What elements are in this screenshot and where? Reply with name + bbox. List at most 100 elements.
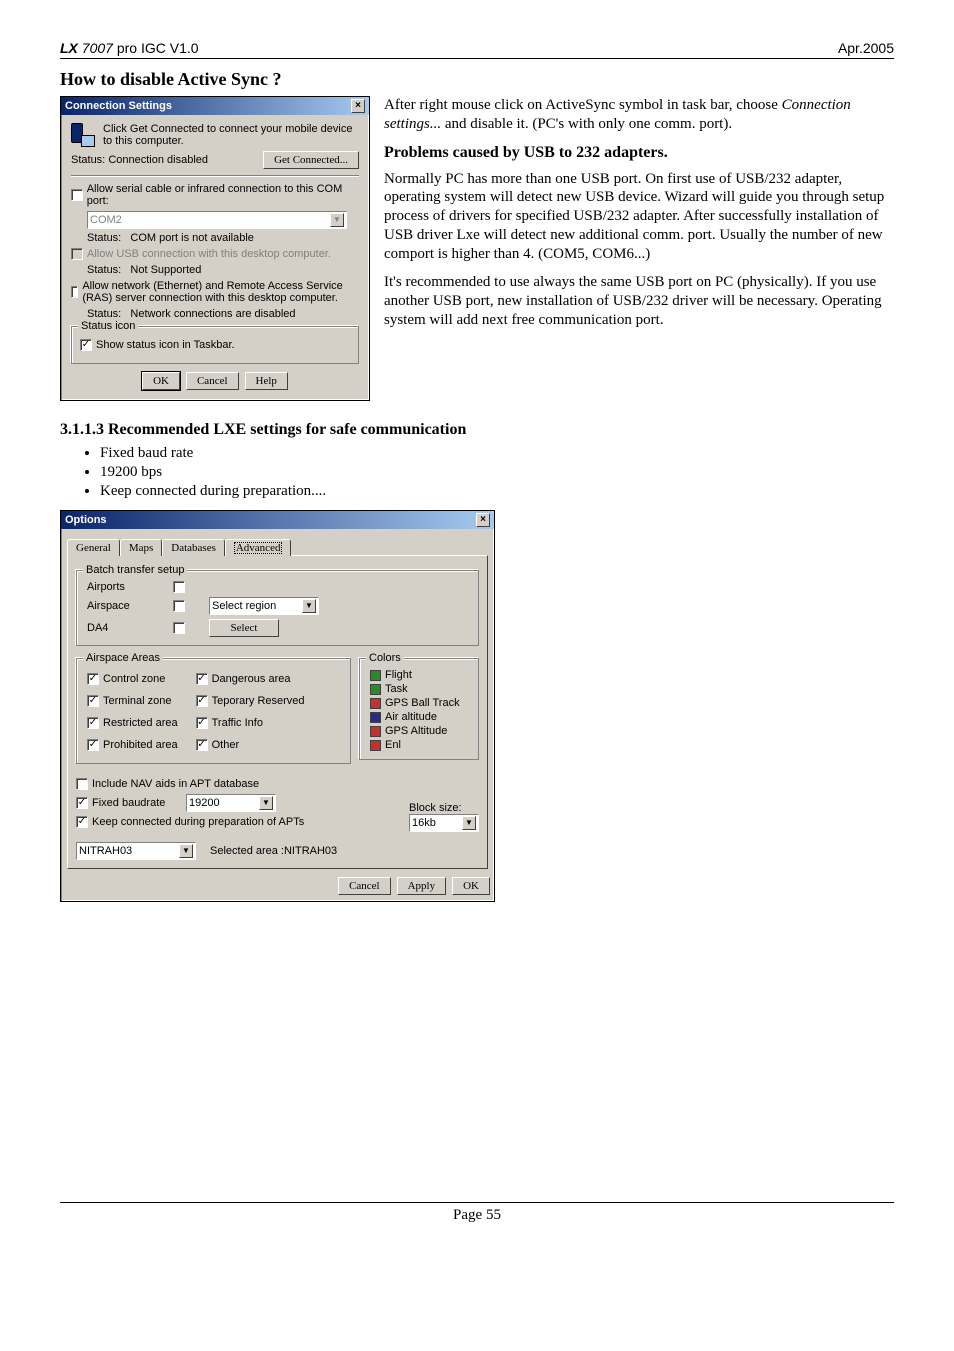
select-button[interactable]: Select — [209, 619, 279, 637]
chevron-down-icon: ▼ — [330, 213, 344, 227]
status-icon-group-label: Status icon — [78, 320, 138, 332]
color-flight[interactable]: Flight — [370, 669, 468, 681]
tab-maps[interactable]: Maps — [120, 539, 162, 556]
subsection-title: Recommended LXE settings for safe commun… — [104, 421, 466, 438]
include-nav-label: Include NAV aids in APT database — [92, 778, 259, 790]
baudrate-value: 19200 — [189, 797, 220, 809]
usb-status: Not Supported — [130, 264, 201, 276]
block-size-label: Block size: — [409, 802, 479, 814]
selected-area-label: Selected area :NITRAH03 — [210, 845, 337, 857]
serial-status: COM port is not available — [130, 232, 254, 244]
show-icon-label: Show status icon in Taskbar. — [96, 339, 235, 351]
baudrate-select[interactable]: 19200 ▼ — [186, 794, 276, 812]
control-zone-label: Control zone — [103, 673, 165, 685]
options-dialog: Options × General Maps Databases Advance… — [60, 510, 495, 902]
swatch-icon — [370, 670, 381, 681]
help-button[interactable]: Help — [245, 372, 288, 390]
cancel-button[interactable]: Cancel — [186, 372, 239, 390]
allow-network-label: Allow network (Ethernet) and Remote Acce… — [82, 280, 359, 304]
show-icon-checkbox[interactable] — [80, 339, 92, 351]
da4-label: DA4 — [87, 622, 167, 634]
chevron-down-icon: ▼ — [302, 599, 316, 613]
titlebar: Options × — [61, 511, 494, 529]
color-air-alt[interactable]: Air altitude — [370, 711, 468, 723]
intro-text: Click Get Connected to connect your mobi… — [103, 123, 359, 147]
swatch-icon — [370, 684, 381, 695]
dialog-title: Options — [65, 514, 107, 526]
color-enl[interactable]: Enl — [370, 739, 468, 751]
block-size-value: 16kb — [412, 817, 436, 829]
temporary-reserved-label: Teporary Reserved — [212, 695, 305, 707]
com-port-select[interactable]: COM2 ▼ — [87, 211, 347, 229]
traffic-info-checkbox[interactable] — [196, 717, 208, 729]
tab-general[interactable]: General — [67, 539, 120, 556]
options-cancel-button[interactable]: Cancel — [338, 877, 391, 895]
serial-status-row: Status: COM port is not available — [87, 232, 359, 244]
restricted-area-checkbox[interactable] — [87, 717, 99, 729]
swatch-icon — [370, 740, 381, 751]
control-zone-checkbox[interactable] — [87, 673, 99, 685]
dialog-title: Connection Settings — [65, 100, 172, 112]
titlebar: Connection Settings × — [61, 97, 369, 115]
get-connected-button[interactable]: Get Connected... — [263, 151, 359, 169]
color-task[interactable]: Task — [370, 683, 468, 695]
com-port-value: COM2 — [90, 214, 122, 226]
tab-databases[interactable]: Databases — [162, 539, 225, 556]
subsection-number: 3.1.1.3 — [60, 421, 104, 438]
body-text: After right mouse click on ActiveSync sy… — [384, 96, 894, 340]
da4-checkbox[interactable] — [173, 622, 185, 634]
subsection-heading: 3.1.1.3 Recommended LXE settings for saf… — [60, 421, 894, 439]
keep-connected-checkbox[interactable] — [76, 816, 88, 828]
list-item: Fixed baud rate — [100, 445, 894, 462]
recommendation-list: Fixed baud rate 19200 bps Keep connected… — [100, 445, 894, 500]
connection-settings-dialog: Connection Settings × Click Get Connecte… — [60, 96, 370, 401]
airports-checkbox[interactable] — [173, 581, 185, 593]
area-select[interactable]: NITRAH03 ▼ — [76, 842, 196, 860]
dangerous-area-checkbox[interactable] — [196, 673, 208, 685]
model: 7007 — [82, 40, 113, 56]
section-title: How to disable Active Sync ? — [60, 69, 894, 90]
airspace-label: Airspace — [87, 600, 167, 612]
tab-advanced[interactable]: Advanced — [225, 539, 292, 556]
ok-button[interactable]: OK — [142, 372, 180, 390]
restricted-area-label: Restricted area — [103, 717, 178, 729]
swatch-icon — [370, 712, 381, 723]
net-status: Network connections are disabled — [130, 308, 295, 320]
net-status-row: Status: Network connections are disabled — [87, 308, 359, 320]
areas-group-label: Airspace Areas — [83, 652, 163, 664]
chevron-down-icon: ▼ — [179, 844, 193, 858]
prohibited-area-checkbox[interactable] — [87, 739, 99, 751]
other-checkbox[interactable] — [196, 739, 208, 751]
other-label: Other — [212, 739, 240, 751]
brand: LX — [60, 40, 78, 56]
p2: Normally PC has more than one USB port. … — [384, 170, 894, 264]
terminal-zone-checkbox[interactable] — [87, 695, 99, 707]
area-value: NITRAH03 — [79, 845, 132, 857]
allow-usb-checkbox — [71, 248, 83, 260]
page-header: LX 7007 pro IGC V1.0 Apr.2005 — [60, 40, 894, 59]
colors-group-label: Colors — [366, 652, 404, 664]
header-left: LX 7007 pro IGC V1.0 — [60, 40, 199, 56]
close-icon[interactable]: × — [351, 99, 365, 113]
fixed-baud-checkbox[interactable] — [76, 797, 88, 809]
airspace-checkbox[interactable] — [173, 600, 185, 612]
color-gps-ball[interactable]: GPS Ball Track — [370, 697, 468, 709]
include-nav-checkbox[interactable] — [76, 778, 88, 790]
block-size-select[interactable]: 16kb ▼ — [409, 814, 479, 832]
region-select[interactable]: Select region ▼ — [209, 597, 319, 615]
status-row: Status: Connection disabled — [71, 154, 208, 166]
p3: It's recommended to use always the same … — [384, 273, 894, 329]
tab-panel-advanced: Batch transfer setup Airports Airspace S… — [67, 555, 488, 869]
allow-network-checkbox[interactable] — [71, 286, 78, 298]
allow-serial-checkbox[interactable] — [71, 189, 83, 201]
allow-usb-label: Allow USB connection with this desktop c… — [87, 248, 331, 260]
swatch-icon — [370, 698, 381, 709]
options-ok-button[interactable]: OK — [452, 877, 490, 895]
options-apply-button[interactable]: Apply — [397, 877, 447, 895]
close-icon[interactable]: × — [476, 513, 490, 527]
color-gps-alt[interactable]: GPS Altitude — [370, 725, 468, 737]
temporary-reserved-checkbox[interactable] — [196, 695, 208, 707]
list-item: Keep connected during preparation.... — [100, 483, 894, 500]
page-footer: Page 55 — [60, 1202, 894, 1224]
subheading-usb: Problems caused by USB to 232 adapters. — [384, 144, 894, 162]
